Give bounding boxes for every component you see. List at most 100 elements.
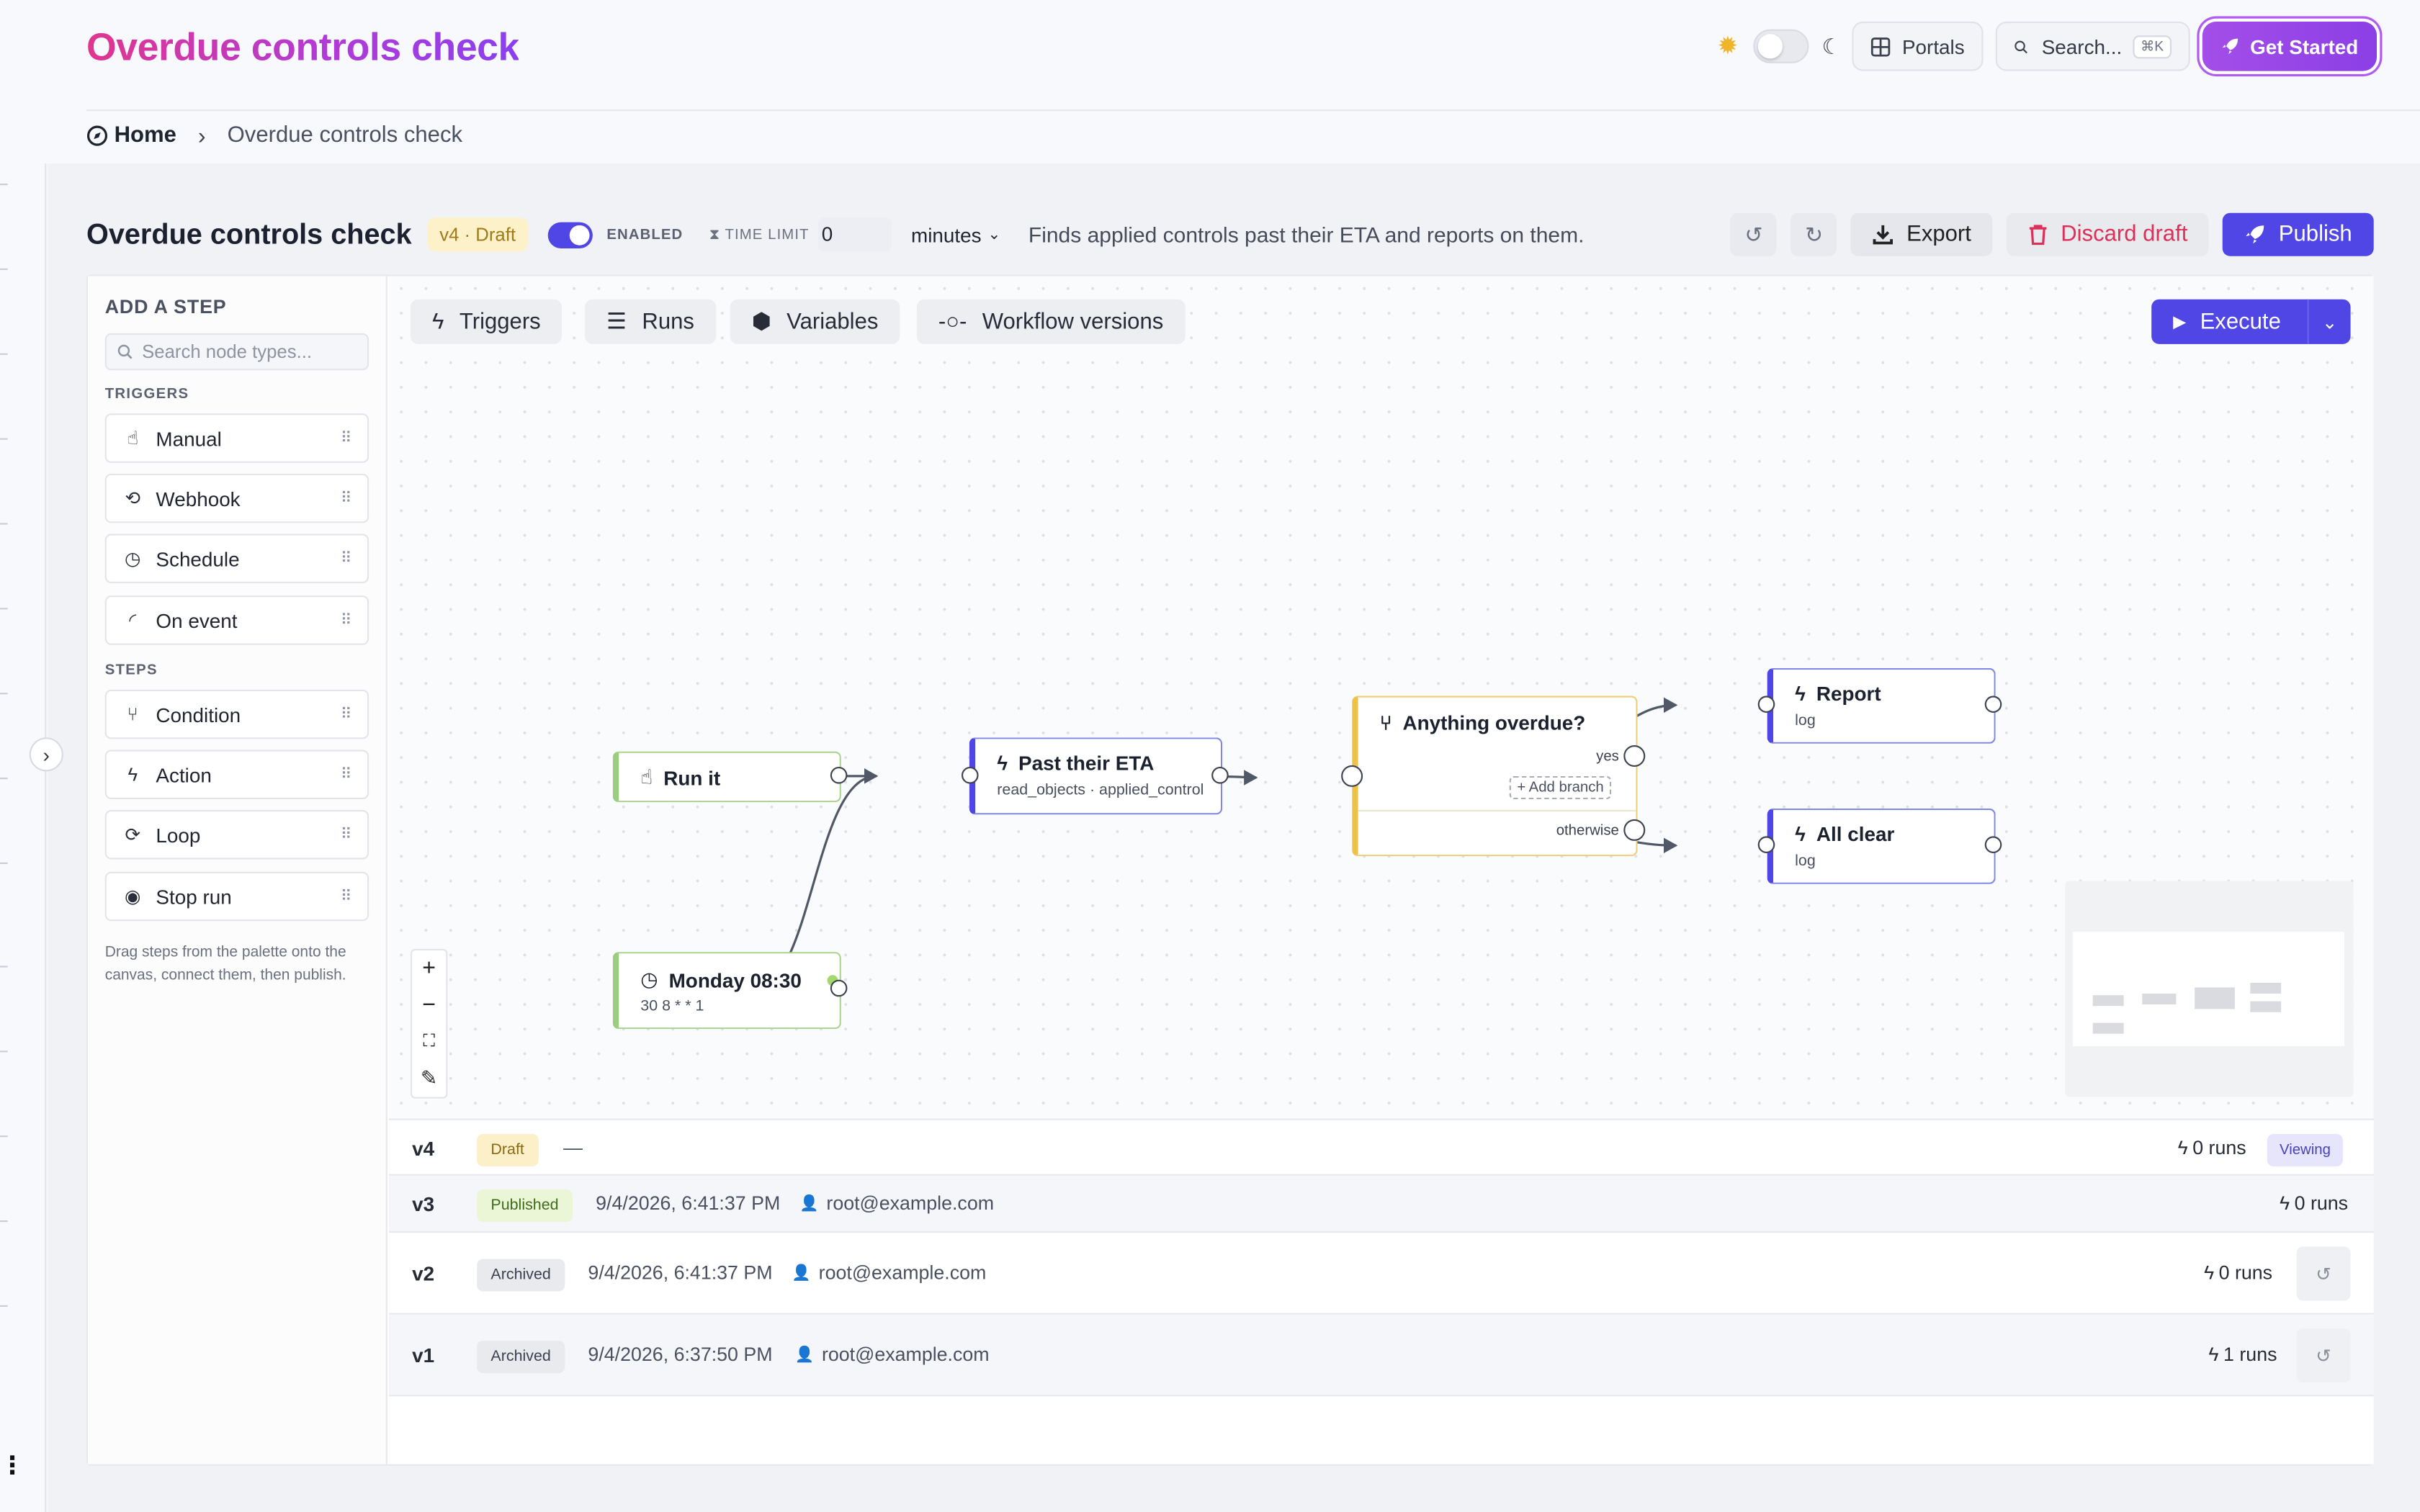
sidebar-expand-button[interactable]: › [29,737,63,772]
version-date: — [563,1137,583,1159]
time-limit-input[interactable]: 0 [818,217,893,252]
palette-item-webhook[interactable]: ⟲ Webhook ⠿ [104,473,369,523]
node-title-text: Anything overdue? [1402,711,1586,734]
version-row[interactable]: v2 Archived 9/4/2026, 6:41:37 PM 👤 root@e… [389,1233,2374,1315]
bolt-icon: ϟ [997,751,1008,775]
node-run-it[interactable]: ☝ Run it [612,751,841,803]
search-button[interactable]: Search... ⌘K [1995,22,2190,71]
drag-handle-icon[interactable]: ⠿ [341,888,352,905]
version-number: v4 [412,1137,435,1161]
palette-item-schedule[interactable]: ◷ Schedule ⠿ [104,534,369,583]
output-handle[interactable] [1984,836,2002,853]
moon-icon: ☾ [1821,33,1842,58]
palette-item-manual[interactable]: ☝ Manual ⠿ [104,413,369,463]
export-button[interactable]: Export [1850,212,1993,256]
palette-item-loop[interactable]: ⟳ Loop ⠿ [104,810,369,860]
palette-item-on-event[interactable]: ◜ On event ⠿ [104,595,369,645]
drag-handle-icon[interactable]: ⠿ [341,490,352,507]
palette-item-action[interactable]: ϟ Action ⠿ [104,750,369,799]
bolt-icon: ϟ [127,763,138,786]
workflow-description[interactable]: Finds applied controls past their ETA an… [1028,222,1585,247]
restore-version-button[interactable]: ↺ [2296,1246,2351,1301]
discard-draft-button[interactable]: Discard draft [2007,212,2210,256]
version-number: v3 [412,1192,435,1216]
version-runs: ϟ0 runs [2178,1137,2246,1158]
fit-view-button[interactable]: ⛶ [412,1024,446,1061]
more-vertical-icon[interactable]: ⋮ [0,1450,24,1481]
node-title: ϟ All clear [1795,822,1894,845]
branch-icon: ⑂ [1379,711,1392,734]
node-anything-overdue[interactable]: ⑂ Anything overdue? yes + Add branch other… [1352,696,1638,857]
zoom-out-button[interactable]: − [412,987,446,1024]
otherwise-output-handle[interactable] [1623,819,1646,841]
user-icon: 👤 [794,1346,815,1364]
header-actions: ✹ ☾ Portals Search... ⌘K Get Started [1714,22,2377,71]
output-handle[interactable] [1984,696,2002,713]
add-branch-button[interactable]: + Add branch [1509,775,1612,799]
minus-icon: − [422,992,436,1019]
bolt-icon: ϟ [1795,682,1806,706]
step-palette: ADD A STEP Search node types... TRIGGERS… [88,276,387,1464]
node-monday-schedule[interactable]: ◷ Monday 08:30 30 8 * * 1 [612,952,841,1030]
auto-layout-button[interactable]: ✎ [412,1061,446,1097]
theme-toggle[interactable] [1754,29,1810,63]
output-handle[interactable] [1211,767,1229,784]
minimap-node [2250,1001,2282,1012]
export-label: Export [1906,222,1971,247]
drag-handle-icon[interactable]: ⠿ [341,827,352,844]
node-all-clear[interactable]: ϟ All clear log [1767,808,1996,884]
palette-item-condition[interactable]: ⑂ Condition ⠿ [104,689,369,739]
time-unit-select[interactable]: minutes ⌄ [902,216,1010,253]
runs-count: 0 runs [2218,1261,2273,1284]
bolt-icon: ϟ [2208,1344,2219,1366]
output-handle[interactable] [830,767,848,784]
palette-item-stop-run[interactable]: ◉ Stop run ⠿ [104,871,369,922]
drag-handle-icon[interactable]: ⠿ [341,612,352,629]
breadcrumb-home[interactable]: Home [86,123,176,148]
portals-button[interactable]: Portals [1852,22,1984,71]
history-icon: ↺ [2316,1262,2331,1284]
status-badge: Published [477,1189,573,1223]
status-badge: Archived [477,1341,565,1374]
compass-icon [86,125,108,146]
drag-handle-icon[interactable]: ⠿ [341,706,352,723]
enabled-toggle[interactable] [547,221,593,248]
node-title: ϟ Report [1795,682,1881,705]
drag-handle-icon[interactable]: ⠿ [341,550,352,567]
node-past-their-eta[interactable]: ϟ Past their ETA read_objects · applied_c… [969,737,1223,815]
drag-handle-icon[interactable]: ⠿ [341,430,352,447]
input-handle[interactable] [962,767,979,784]
version-row[interactable]: v1 Archived 9/4/2026, 6:37:50 PM 👤 root@e… [389,1314,2374,1397]
yes-output-handle[interactable] [1623,745,1646,767]
input-handle[interactable] [1757,836,1775,853]
minimap[interactable] [2065,881,2354,1097]
input-handle[interactable] [1341,765,1363,787]
restore-version-button[interactable]: ↺ [2296,1328,2351,1382]
drag-handle-icon[interactable]: ⠿ [341,766,352,783]
version-row[interactable]: v4 Draft — ϟ0 runs Viewing [389,1120,2374,1176]
output-handle[interactable] [830,979,848,997]
version-row[interactable]: v3 Published 9/4/2026, 6:41:37 PM 👤 root@… [389,1175,2374,1233]
palette-search-input[interactable]: Search node types... [104,333,369,371]
workflow-title: Overdue controls check [86,217,412,251]
user-email: root@example.com [818,1261,987,1284]
minimap-node [2250,983,2282,994]
version-date: 9/4/2026, 6:41:37 PM [596,1192,781,1215]
get-started-button[interactable]: Get Started [2202,22,2377,71]
palette-help-text: Drag steps from the palette onto the can… [104,944,346,984]
status-badge: Draft [477,1134,539,1166]
time-limit-text: TIME LIMIT [725,225,810,243]
user-icon: 👤 [799,1194,819,1212]
version-user: 👤 root@example.com [792,1262,986,1284]
undo-button[interactable]: ↺ [1730,212,1778,256]
zoom-in-button[interactable]: + [412,950,446,987]
enabled-label: ENABLED [606,225,684,243]
redo-button[interactable]: ↻ [1791,212,1837,256]
node-title: ⑂ Anything overdue? [1380,711,1586,734]
workflow-canvas[interactable]: ϟ Triggers ☰ Runs ⬢ Variables -○- Workfl… [389,276,2374,1119]
sidebar-collapsed [0,163,47,1512]
input-handle[interactable] [1757,696,1775,713]
node-subtitle: log [1795,712,1816,730]
publish-button[interactable]: Publish [2223,212,2374,256]
node-report[interactable]: ϟ Report log [1767,667,1996,744]
